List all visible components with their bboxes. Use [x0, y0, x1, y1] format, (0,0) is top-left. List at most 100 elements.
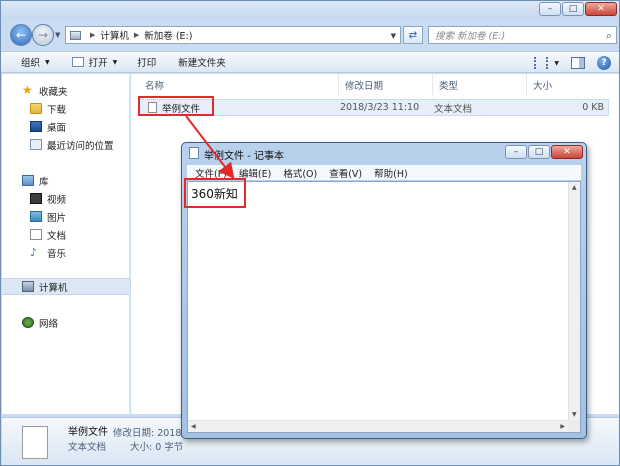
organize-label: 组织	[21, 58, 41, 69]
content-highlight-box	[184, 178, 246, 208]
details-file-type: 文本文档	[68, 442, 107, 453]
nav-item-label: 最近访问的位置	[47, 140, 114, 152]
notepad-title: 举例文件 - 记事本	[204, 151, 284, 162]
explorer-titlebar[interactable]: – □ ✕	[1, 1, 619, 19]
nav-favorites[interactable]: ★ 收藏夹	[2, 82, 130, 99]
open-label: 打开	[88, 58, 108, 69]
preview-pane-icon[interactable]	[571, 57, 585, 69]
details-file-size: 大小: 0 字节	[130, 442, 184, 453]
address-box[interactable]: ▶ 计算机 ▶ 新加卷 (E:) ▼	[65, 26, 401, 44]
scroll-right-icon[interactable]: ▶	[560, 423, 565, 430]
nav-libraries-label: 库	[39, 176, 49, 188]
computer-icon	[70, 30, 81, 40]
navigation-pane: ★ 收藏夹 下载 桌面 最近访问的位置 库 视频 图片 文档 ♪ 音乐 计算机 …	[2, 74, 130, 414]
open-button[interactable]: 打开 ▼	[58, 51, 126, 73]
column-type[interactable]: 类型	[433, 74, 527, 96]
recent-places-icon	[30, 139, 42, 150]
nav-item-label: 下载	[47, 104, 67, 116]
chevron-down-icon: ▼	[112, 58, 118, 66]
notepad-icon	[189, 147, 199, 159]
computer-icon	[22, 281, 34, 292]
menu-help[interactable]: 帮助(H)	[368, 166, 414, 180]
chevron-down-icon[interactable]: ▼	[554, 60, 559, 67]
breadcrumb-computer[interactable]: 计算机	[100, 28, 129, 42]
close-button[interactable]: ✕	[585, 2, 617, 16]
nav-item-videos[interactable]: 视频	[2, 190, 130, 207]
vertical-scrollbar[interactable]: ▲ ▼	[568, 182, 580, 420]
horizontal-scrollbar[interactable]: ◀ ▶	[188, 420, 568, 432]
file-date: 2018/3/23 11:10	[340, 102, 420, 113]
nav-item-pictures[interactable]: 图片	[2, 208, 130, 225]
new-folder-button[interactable]: 新建文件夹	[164, 51, 234, 73]
nav-item-label: 音乐	[47, 248, 67, 260]
notepad-close-button[interactable]: ✕	[551, 145, 583, 159]
scroll-left-icon[interactable]: ◀	[191, 423, 196, 430]
nav-favorites-label: 收藏夹	[39, 86, 68, 98]
nav-libraries[interactable]: 库	[2, 172, 130, 189]
search-input[interactable]: 搜索 新加卷 (E:) ⌕	[428, 26, 617, 44]
column-name[interactable]: 名称	[131, 74, 339, 96]
star-icon: ★	[22, 83, 33, 97]
nav-item-label: 图片	[47, 212, 67, 224]
recent-pages-dropdown-icon[interactable]: ▼	[55, 31, 60, 39]
new-folder-label: 新建文件夹	[178, 58, 226, 69]
address-dropdown-icon[interactable]: ▼	[391, 32, 396, 40]
nav-item-downloads[interactable]: 下载	[2, 100, 130, 117]
search-placeholder: 搜索 新加卷 (E:)	[435, 31, 506, 42]
resize-grip[interactable]	[568, 420, 580, 432]
menu-view[interactable]: 查看(V)	[323, 166, 368, 180]
view-options-icon[interactable]	[534, 57, 549, 69]
text-file-icon	[22, 426, 48, 459]
nav-item-label: 桌面	[47, 122, 67, 134]
nav-item-label: 视频	[47, 194, 67, 206]
view-controls: ▼ ?	[534, 52, 619, 74]
menu-format[interactable]: 格式(O)	[277, 166, 323, 180]
search-icon[interactable]: ⌕	[606, 29, 612, 43]
notepad-icon	[71, 57, 84, 67]
minimize-button[interactable]: –	[539, 2, 561, 16]
library-icon	[22, 175, 34, 186]
organize-button[interactable]: 组织 ▼	[1, 51, 58, 73]
print-label: 打印	[137, 58, 157, 69]
command-bar: 组织 ▼ 打开 ▼ 打印 新建文件夹 ▼ ?	[1, 51, 619, 73]
refresh-button[interactable]: ⇄	[403, 26, 423, 44]
breadcrumb-chevron-icon: ▶	[133, 31, 140, 39]
nav-computer[interactable]: 计算机	[2, 278, 130, 295]
document-icon	[30, 229, 42, 240]
notepad-maximize-button[interactable]: □	[528, 145, 550, 159]
column-size[interactable]: 大小	[527, 74, 619, 96]
nav-item-music[interactable]: ♪ 音乐	[2, 244, 130, 261]
forward-button[interactable]: →	[32, 24, 54, 46]
print-button[interactable]: 打印	[125, 51, 164, 73]
chevron-down-icon: ▼	[45, 58, 50, 66]
folder-icon	[30, 103, 42, 114]
nav-item-label: 文档	[47, 230, 67, 242]
notepad-minimize-button[interactable]: –	[505, 145, 527, 159]
music-icon: ♪	[30, 246, 38, 259]
breadcrumb-current-drive[interactable]: 新加卷 (E:)	[144, 28, 192, 42]
notepad-text-area[interactable]: 360新知 ▲ ▼ ◀ ▶	[187, 181, 581, 433]
file-highlight-box	[138, 96, 214, 116]
maximize-button[interactable]: □	[562, 2, 584, 16]
nav-network-label: 网络	[39, 318, 59, 330]
address-bar-row: ← → ▼ ▶ 计算机 ▶ 新加卷 (E:) ▼ ⇄ 搜索 新加卷 (E:) ⌕	[1, 21, 619, 49]
nav-item-documents[interactable]: 文档	[2, 226, 130, 243]
file-size: 0 KB	[582, 102, 604, 113]
nav-item-desktop[interactable]: 桌面	[2, 118, 130, 135]
notepad-menubar: 文件(F) 编辑(E) 格式(O) 查看(V) 帮助(H)	[187, 165, 581, 180]
network-icon	[22, 317, 34, 328]
scroll-down-icon[interactable]: ▼	[572, 411, 577, 418]
column-date[interactable]: 修改日期	[339, 74, 433, 96]
video-icon	[30, 193, 42, 204]
nav-item-recent[interactable]: 最近访问的位置	[2, 136, 130, 153]
nav-network[interactable]: 网络	[2, 314, 130, 331]
details-file-name: 举例文件	[68, 427, 108, 438]
column-header: 名称 修改日期 类型 大小	[131, 74, 619, 96]
back-button[interactable]: ←	[10, 24, 32, 46]
scroll-up-icon[interactable]: ▲	[572, 184, 577, 191]
help-icon[interactable]: ?	[597, 56, 611, 70]
breadcrumb-chevron-icon: ▶	[90, 31, 96, 39]
details-modified-date: 修改日期: 2018/	[113, 428, 185, 439]
desktop-icon	[30, 121, 42, 132]
file-type: 文本文档	[434, 103, 473, 115]
